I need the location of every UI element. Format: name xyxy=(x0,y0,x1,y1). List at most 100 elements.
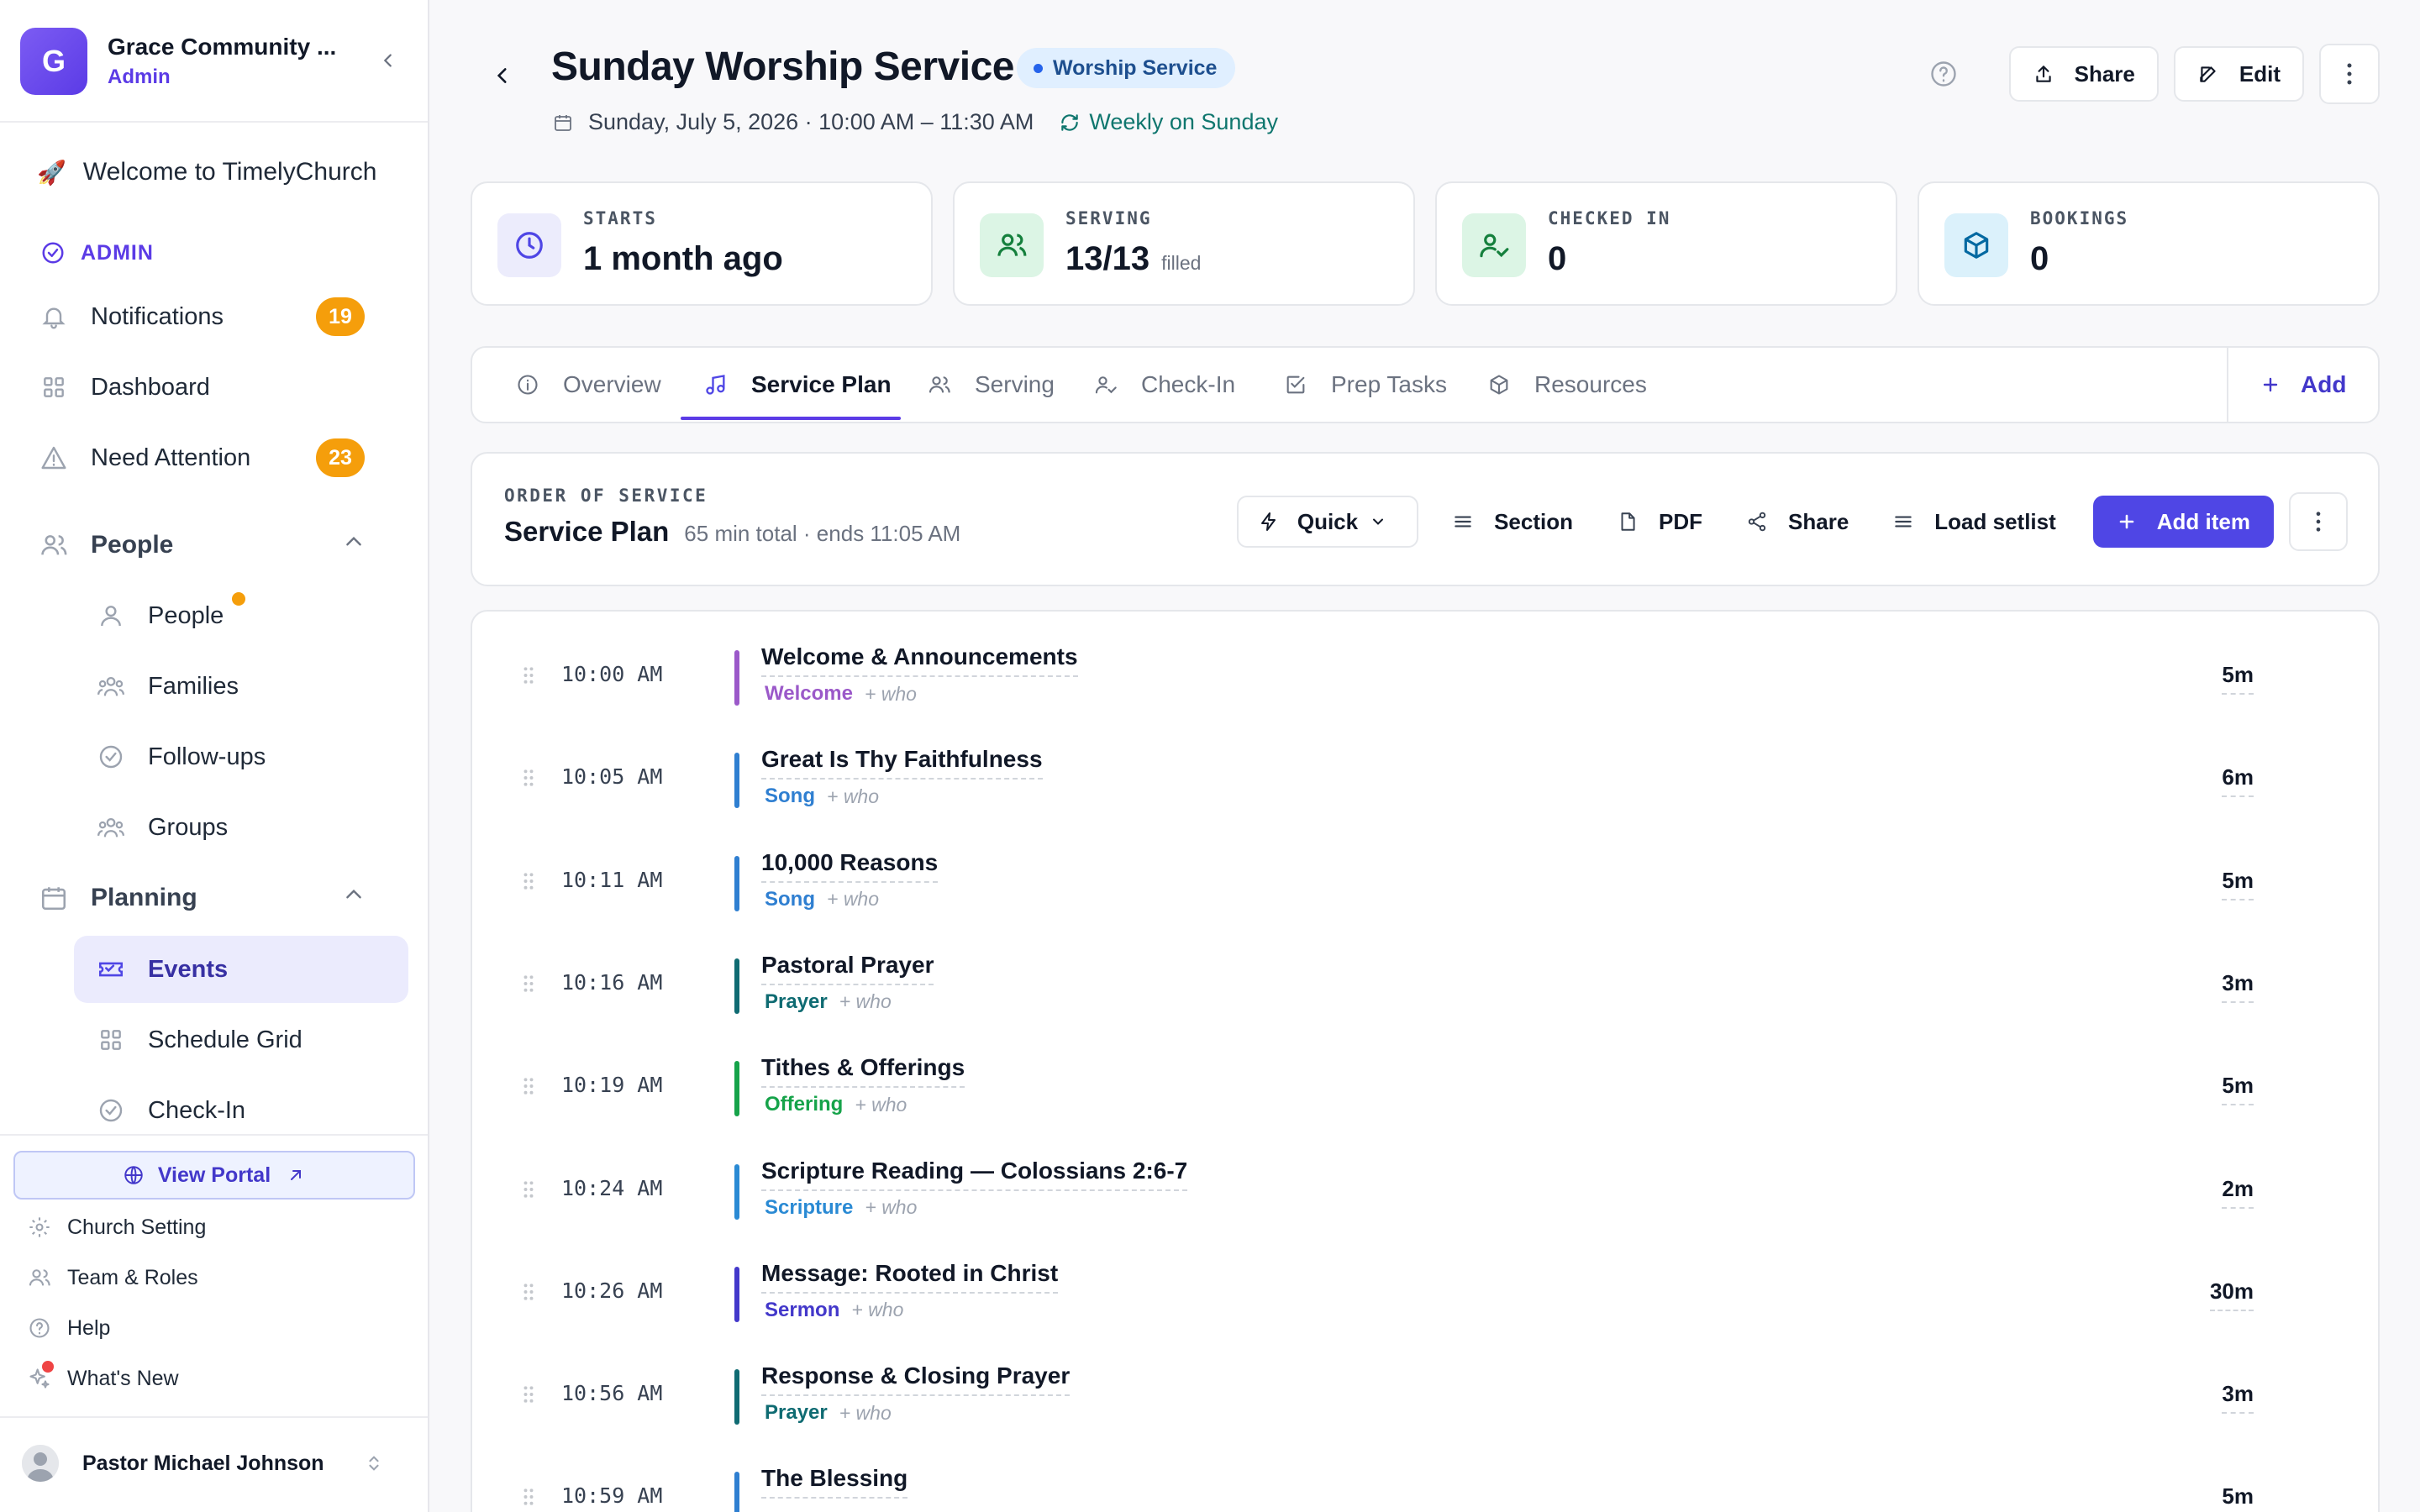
plan-item-duration[interactable]: 5m xyxy=(2222,1483,2254,1512)
recurrence-link[interactable]: Weekly on Sunday xyxy=(1059,109,1278,135)
tab-serving[interactable]: Serving xyxy=(928,348,1055,422)
add-tab-button[interactable]: Add xyxy=(2260,346,2346,423)
plan-item-row[interactable]: 10:05 AM Great Is Thy Faithfulness Song + w… xyxy=(523,739,2254,823)
assign-who-link[interactable]: + who xyxy=(839,1402,892,1425)
page-title: Sunday Worship Service xyxy=(551,45,1014,89)
pdf-label: PDF xyxy=(1659,508,1703,534)
more-options-button[interactable] xyxy=(2319,44,2380,104)
assign-who-link[interactable]: + who xyxy=(851,1299,903,1321)
drag-handle-icon[interactable] xyxy=(523,1179,539,1205)
assign-who-link[interactable]: + who xyxy=(827,785,879,808)
plan-item-title[interactable]: Welcome & Announcements xyxy=(761,643,1078,677)
collapse-sidebar-icon[interactable] xyxy=(373,45,403,76)
sidebar-section-planning[interactable]: Planning xyxy=(37,873,407,923)
quick-dropdown[interactable]: Quick xyxy=(1236,496,1419,548)
unread-dot xyxy=(232,592,245,606)
sidebar-section-people[interactable]: People xyxy=(37,520,407,570)
plan-item-duration[interactable]: 3m xyxy=(2222,1381,2254,1415)
drag-handle-icon[interactable] xyxy=(523,768,539,793)
sidebar-item-help[interactable]: Help xyxy=(25,1310,110,1347)
plan-item-duration[interactable]: 5m xyxy=(2222,868,2254,900)
plan-item-type: Prayer xyxy=(765,990,828,1013)
plan-item-title[interactable]: The Blessing xyxy=(761,1465,908,1499)
plan-item-duration[interactable]: 2m xyxy=(2222,1176,2254,1209)
sidebar-item-groups[interactable]: Groups xyxy=(94,802,407,853)
sidebar-item-notifications[interactable]: Notifications 19 xyxy=(37,291,407,342)
welcome-link[interactable]: 🚀 Welcome to TimelyChurch xyxy=(37,158,376,186)
sidebar-item-check-in[interactable]: Check-In xyxy=(94,1085,407,1136)
drag-handle-icon[interactable] xyxy=(523,974,539,999)
sidebar-item-whats-new[interactable]: What's New xyxy=(25,1360,179,1397)
drag-handle-icon[interactable] xyxy=(523,1487,539,1512)
plan-item-title[interactable]: Scripture Reading — Colossians 2:6-7 xyxy=(761,1158,1188,1191)
plan-item-duration[interactable]: 3m xyxy=(2222,970,2254,1003)
plan-item-row[interactable]: 10:11 AM 10,000 Reasons Song + who 5m xyxy=(523,843,2254,927)
assign-who-link[interactable]: + who xyxy=(865,683,917,706)
assign-who-link[interactable]: + who xyxy=(865,1196,917,1219)
sidebar-item-label: Events xyxy=(148,955,229,983)
user-menu[interactable]: Pastor Michael Johnson xyxy=(22,1438,408,1488)
pdf-button[interactable]: PDF xyxy=(1607,496,1712,548)
chevron-up-icon[interactable] xyxy=(343,531,365,559)
sidebar-item-church-setting[interactable]: Church Setting xyxy=(25,1209,206,1246)
plan-item-row[interactable]: 10:26 AM Message: Rooted in Christ Sermon +… xyxy=(523,1253,2254,1337)
sidebar-item-people[interactable]: People xyxy=(94,591,407,641)
tab-check-in[interactable]: Check-In xyxy=(1094,348,1235,422)
plan-item-duration[interactable]: 30m xyxy=(2209,1278,2254,1311)
sidebar-item-events[interactable]: Events xyxy=(94,944,407,995)
view-portal-button[interactable]: View Portal xyxy=(13,1151,415,1200)
plan-item-row[interactable]: 10:24 AM Scripture Reading — Colossians 2… xyxy=(523,1151,2254,1235)
chevron-up-icon[interactable] xyxy=(343,884,365,912)
sidebar-item-dashboard[interactable]: Dashboard xyxy=(37,362,407,412)
service-plan-header: ORDER OF SERVICE Service Plan 65 min tot… xyxy=(471,452,2380,586)
stat-card-serving: SERVING 13/13 filled xyxy=(953,181,1415,306)
info-icon xyxy=(516,373,551,396)
drag-handle-icon[interactable] xyxy=(523,1384,539,1410)
drag-handle-icon[interactable] xyxy=(523,1076,539,1101)
plan-item-title[interactable]: Message: Rooted in Christ xyxy=(761,1260,1059,1294)
plan-item-row[interactable]: 10:56 AM Response & Closing Prayer Prayer +… xyxy=(523,1356,2254,1440)
sidebar-item-schedule-grid[interactable]: Schedule Grid xyxy=(94,1015,407,1065)
plan-item-duration[interactable]: 6m xyxy=(2222,764,2254,798)
load-setlist-button[interactable]: Load setlist xyxy=(1882,496,2065,548)
plan-more-button[interactable] xyxy=(2289,492,2348,551)
plan-item-duration[interactable]: 5m xyxy=(2222,1073,2254,1106)
org-switcher[interactable]: G Grace Community ... Admin xyxy=(20,25,410,97)
drag-handle-icon[interactable] xyxy=(523,665,539,690)
plan-item-title[interactable]: Pastoral Prayer xyxy=(761,952,934,985)
plan-title-row: Service Plan 65 min total · ends 11:05 A… xyxy=(504,516,960,548)
gear-icon xyxy=(25,1213,54,1242)
plan-item-title[interactable]: 10,000 Reasons xyxy=(761,849,939,883)
drag-handle-icon[interactable] xyxy=(523,1282,539,1307)
plan-item-type: Offering xyxy=(765,1093,844,1116)
tab-prep-tasks[interactable]: Prep Tasks xyxy=(1284,348,1447,422)
plan-item-title[interactable]: Great Is Thy Faithfulness xyxy=(761,746,1043,780)
plan-item-row[interactable]: 10:00 AM Welcome & Announcements Welcome + … xyxy=(523,637,2254,721)
admin-section-label: ADMIN xyxy=(40,240,154,265)
sidebar-item-follow-ups[interactable]: Follow-ups xyxy=(94,732,407,782)
plan-item-duration[interactable]: 5m xyxy=(2222,662,2254,695)
back-button[interactable] xyxy=(487,59,518,92)
edit-button[interactable]: Edit xyxy=(2173,46,2304,102)
tab-service-plan[interactable]: Service Plan xyxy=(704,348,892,422)
assign-who-link[interactable]: + who xyxy=(839,990,892,1013)
assign-who-link[interactable]: + who xyxy=(827,888,879,911)
help-icon[interactable] xyxy=(1927,57,1960,91)
add-section-button[interactable]: Section xyxy=(1442,496,1583,548)
sidebar-item-families[interactable]: Families xyxy=(94,661,407,711)
tab-resources[interactable]: Resources xyxy=(1487,348,1647,422)
plan-item-row[interactable]: 10:19 AM Tithes & Offerings Offering + who 5… xyxy=(523,1047,2254,1131)
plan-item-row[interactable]: 10:16 AM Pastoral Prayer Prayer + who 3m xyxy=(523,945,2254,1029)
plan-item-row[interactable]: 10:59 AM The Blessing 5m xyxy=(523,1458,2254,1512)
tab-overview[interactable]: Overview xyxy=(516,348,661,422)
plan-item-title[interactable]: Tithes & Offerings xyxy=(761,1054,965,1089)
add-item-button[interactable]: Add item xyxy=(2092,496,2274,548)
list-icon xyxy=(1892,511,1924,533)
sidebar-item-team-roles[interactable]: Team & Roles xyxy=(25,1259,198,1296)
share-plan-button[interactable]: Share xyxy=(1736,496,1859,548)
sidebar-item-need-attention[interactable]: Need Attention 23 xyxy=(37,433,407,483)
drag-handle-icon[interactable] xyxy=(523,871,539,896)
share-button[interactable]: Share xyxy=(2008,46,2159,102)
assign-who-link[interactable]: + who xyxy=(855,1094,907,1116)
plan-item-title[interactable]: Response & Closing Prayer xyxy=(761,1362,1071,1397)
